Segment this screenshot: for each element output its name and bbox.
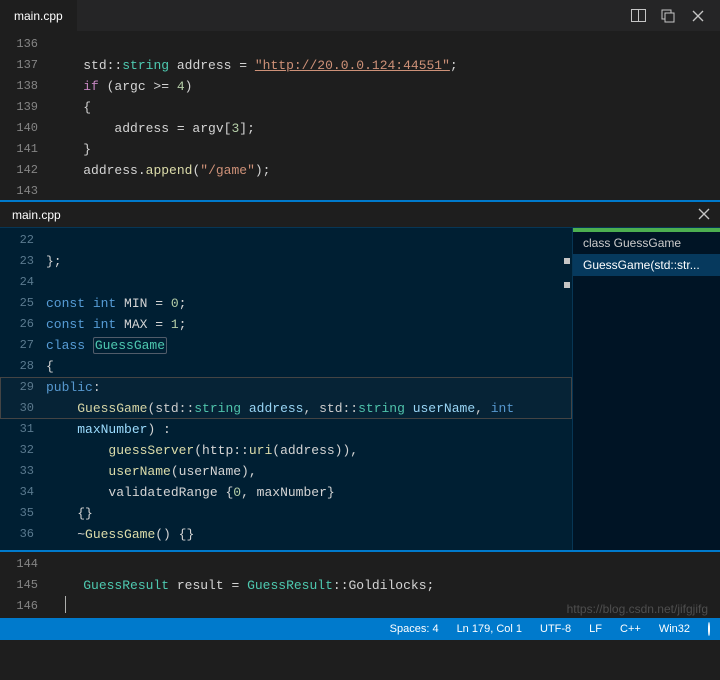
peek-header: main.cpp <box>0 202 720 228</box>
peek-ref-item[interactable]: class GuessGame <box>573 232 720 254</box>
split-editor-icon[interactable] <box>630 8 646 24</box>
tab-label: main.cpp <box>14 9 63 23</box>
status-target[interactable]: Win32 <box>659 623 690 635</box>
peek-close-icon[interactable] <box>696 206 712 222</box>
tabbar-actions <box>630 8 720 24</box>
status-eol[interactable]: LF <box>589 623 602 635</box>
code-area-top[interactable]: std::string address = "http://20.0.0.124… <box>52 32 710 200</box>
line-gutter: 136 137 138 139 140 141 142 143 <box>0 32 52 200</box>
editor-tabbar: main.cpp <box>0 0 720 32</box>
minimap[interactable] <box>710 32 720 200</box>
status-encoding[interactable]: UTF-8 <box>540 623 571 635</box>
status-bar: Spaces: 4 Ln 179, Col 1 UTF-8 LF C++ Win… <box>0 618 720 640</box>
text-cursor <box>65 596 66 613</box>
peek-code-area[interactable]: }; const int MIN = 0; const int MAX = 1;… <box>46 228 572 550</box>
peek-title: main.cpp <box>12 208 61 222</box>
status-indent[interactable]: Spaces: 4 <box>390 623 439 635</box>
peek-gutter: 22232425 26272829 303132 33343536 <box>0 228 46 550</box>
peek-reference-list: class GuessGame GuessGame(std::str... <box>572 228 720 550</box>
peek-view: main.cpp 22232425 26272829 303132 333435… <box>0 200 720 552</box>
editor-pane-top[interactable]: 136 137 138 139 140 141 142 143 std::str… <box>0 32 720 200</box>
more-actions-icon[interactable] <box>660 8 676 24</box>
status-position[interactable]: Ln 179, Col 1 <box>457 623 522 635</box>
close-editor-icon[interactable] <box>690 8 706 24</box>
feedback-icon[interactable] <box>708 623 710 635</box>
status-language[interactable]: C++ <box>620 623 641 635</box>
peek-editor[interactable]: 22232425 26272829 303132 33343536 }; con… <box>0 228 572 550</box>
peek-ref-item[interactable]: GuessGame(std::str... <box>573 254 720 276</box>
editor-tab-main[interactable]: main.cpp <box>0 0 77 31</box>
